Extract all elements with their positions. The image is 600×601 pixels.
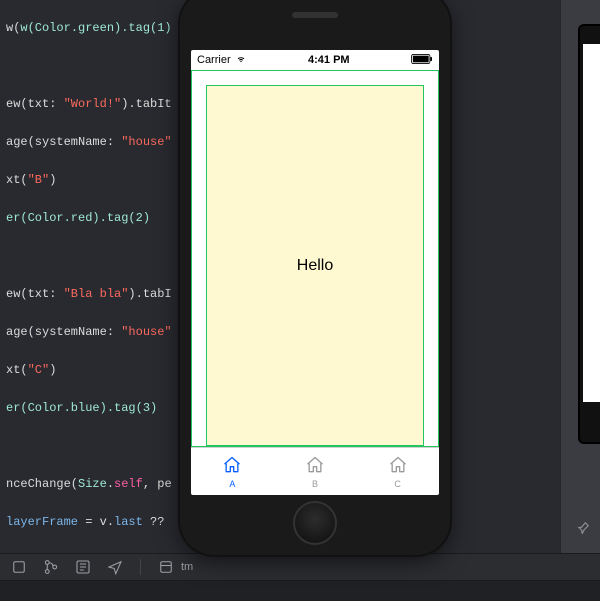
tab-a[interactable]: A	[191, 448, 274, 495]
preview-canvas: Hello	[191, 70, 439, 447]
tab-label: A	[229, 479, 235, 489]
hello-label: Hello	[297, 257, 333, 275]
yellow-overlay-view: Hello	[206, 85, 424, 446]
simulator-screen: Carrier 4:41 PM Hello A	[191, 50, 439, 495]
house-icon	[304, 455, 326, 477]
wifi-icon	[235, 54, 247, 67]
battery-icon	[411, 54, 433, 67]
status-clock: 4:41 PM	[247, 54, 411, 66]
tab-b[interactable]: B	[274, 448, 357, 495]
tab-label: B	[312, 479, 318, 489]
square-icon[interactable]	[10, 558, 28, 576]
breadcrumb-icon[interactable]	[157, 558, 175, 576]
preview-pane	[560, 0, 600, 560]
tab-c[interactable]: C	[356, 448, 439, 495]
version-control-icon[interactable]	[42, 558, 60, 576]
status-bar: Carrier 4:41 PM	[191, 50, 439, 70]
navigate-icon[interactable]	[106, 558, 124, 576]
tab-label: C	[394, 479, 401, 489]
pin-icon[interactable]	[576, 521, 590, 538]
house-icon	[221, 455, 243, 477]
preview-device-thumbnail[interactable]	[578, 24, 600, 444]
editor-toolbar: tm	[0, 553, 600, 581]
home-button[interactable]	[293, 501, 337, 545]
breadcrumb-filename[interactable]: tm	[181, 561, 193, 573]
tab-bar: A B C	[191, 447, 439, 495]
house-icon	[387, 455, 409, 477]
simulator-device: Carrier 4:41 PM Hello A	[180, 0, 450, 555]
carrier-label: Carrier	[197, 54, 231, 66]
console-output: (0.0, 0.0, 0.0, 0.0)	[0, 581, 600, 601]
adjust-icon[interactable]	[74, 558, 92, 576]
